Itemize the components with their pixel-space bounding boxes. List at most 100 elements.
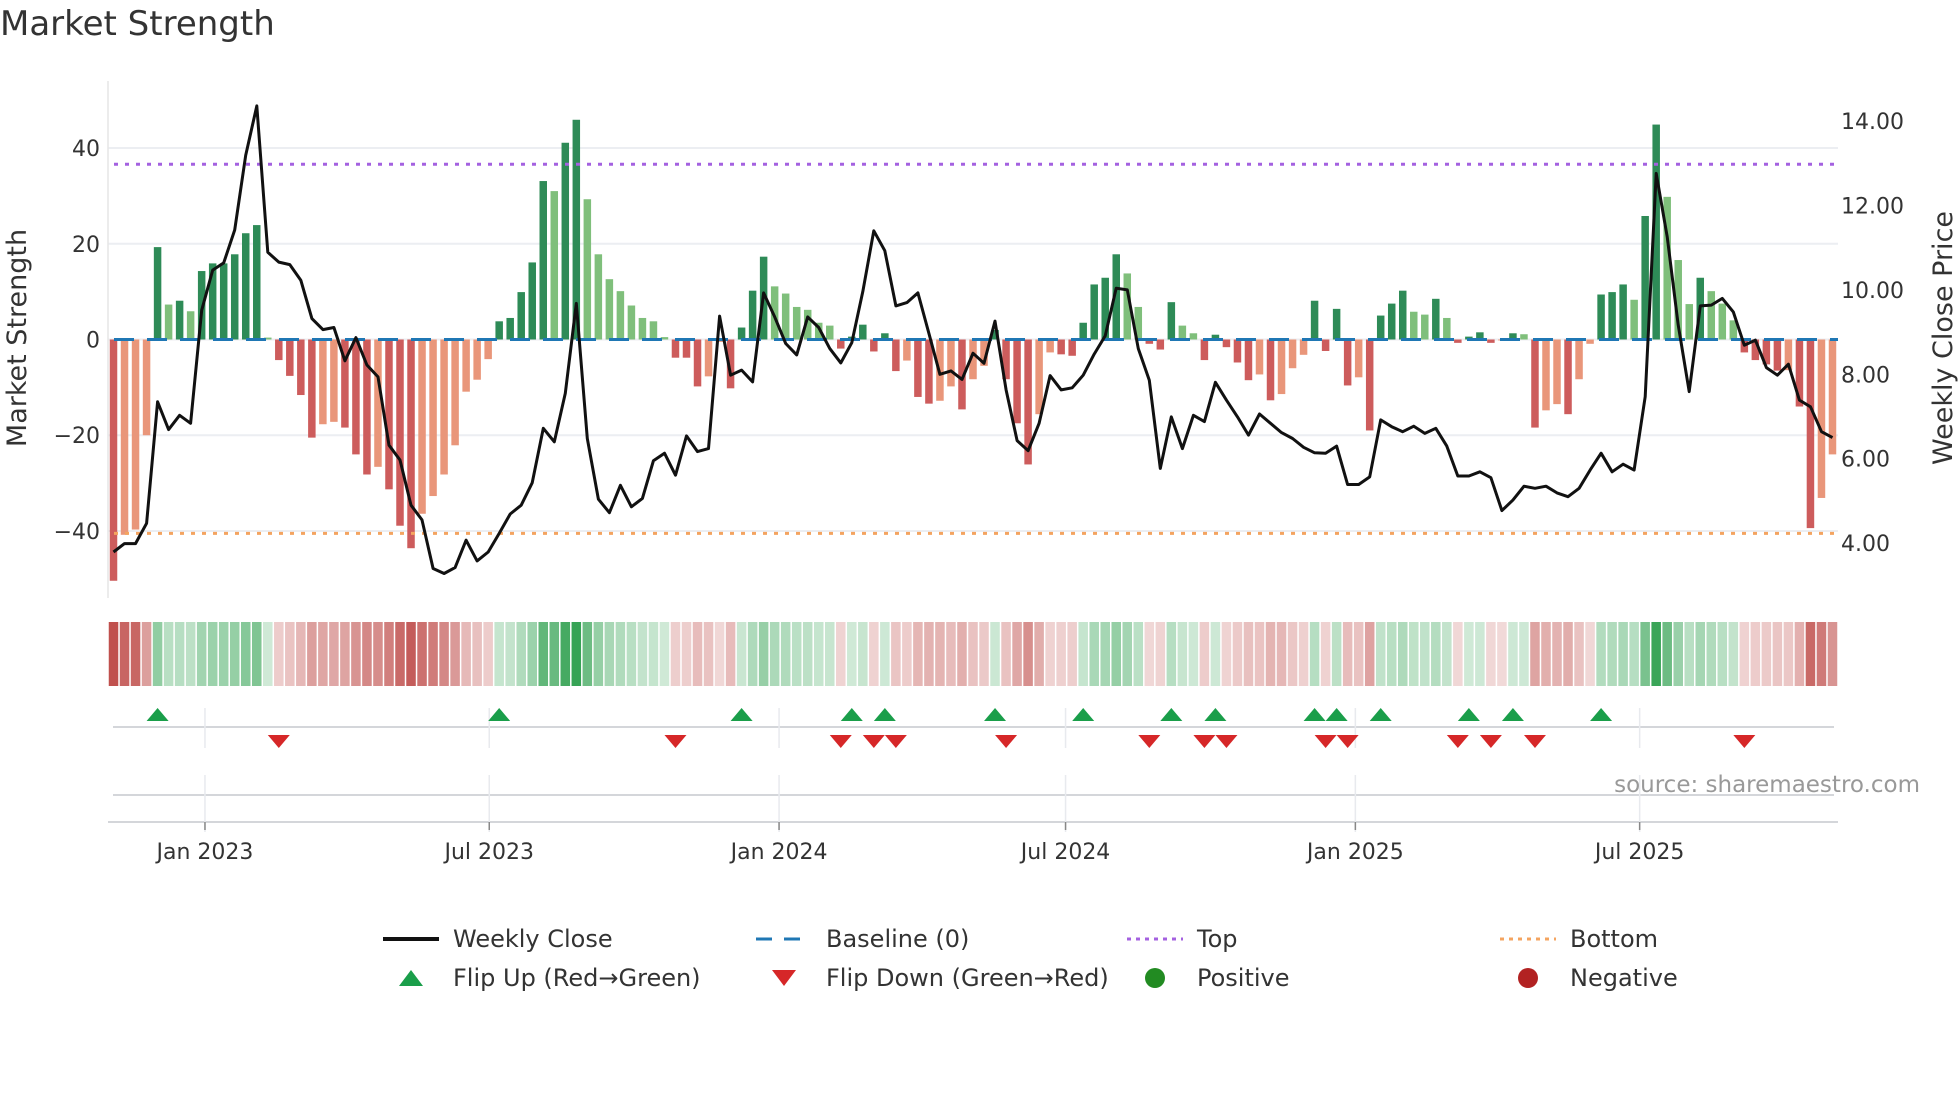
strength-bar [947,339,955,387]
strength-bar [429,339,437,497]
y-tick-label: 40 [72,137,100,162]
legend-label: Negative [1570,964,1678,992]
strength-strip-cell [891,622,901,686]
strength-bar [1365,339,1374,431]
strength-strip-cell [130,622,141,686]
strength-strip-cell [1100,622,1110,686]
strength-bar [1233,339,1242,363]
strength-bar [1685,304,1693,340]
legend-item: Baseline (0) [754,925,969,953]
strength-bar [1597,294,1605,340]
strength-strip-cell [758,622,769,686]
strength-bar [330,339,338,422]
strength-bar [627,305,636,340]
strength-bar [1806,339,1815,529]
strength-strip-cell [163,622,174,686]
strength-strip-cell [1530,622,1540,686]
strength-strip-cell [847,622,857,686]
strength-strip-cell [1265,622,1276,686]
strength-strip-cell [296,622,306,686]
strength-strip-cell [1166,622,1177,686]
strength-bar [1200,339,1209,361]
strength-bar [781,293,790,340]
strength-strip-cell [1045,622,1055,686]
y-tick-label: 0 [86,329,100,354]
strength-bar [297,339,305,396]
x-tick-label: Jul 2024 [1019,840,1111,865]
strength-strip-cell [461,622,471,686]
strength-strip-cell [1144,622,1155,686]
strength-bar [407,339,415,549]
strength-bar [517,292,525,340]
strength-strip-cell [229,622,240,686]
strength-bar [1454,339,1462,343]
strength-bar [737,327,746,340]
y2-tick-label: 4.00 [1841,532,1890,557]
strength-bar [704,339,713,377]
strength-strip-cell [1034,622,1044,686]
strength-strip-cell [659,622,670,686]
strength-strip-cell [1442,622,1452,686]
y2-axis-label: Weekly Close Price [1928,211,1959,465]
strength-bar [484,339,492,360]
strength-strip-cell [615,622,626,686]
strength-bar [1718,303,1727,340]
x-tick-label: Jan 2024 [729,840,828,865]
strength-bar [903,339,911,361]
strength-bar [253,225,261,340]
strength-bar [682,339,691,358]
strength-bar [616,291,625,340]
legend-item: Positive [1125,964,1290,992]
strength-strip-cell [1662,622,1672,686]
strength-strip-cell [527,622,537,686]
strength-bar [1432,298,1440,340]
strength-strip-cell [373,622,383,686]
strength-strip-cell [1629,622,1639,686]
strength-strip-cell [1364,622,1375,686]
strength-strip-cell [924,622,934,686]
strength-bar [892,339,900,372]
strength-bar [506,317,514,340]
strength-strip-cell [1816,622,1827,686]
strength-bar [319,339,327,425]
flip-up-marker [984,708,1007,721]
strength-bar [1255,339,1264,375]
strength-bar [539,181,548,340]
strength-strip-cell [1056,622,1066,686]
flip-down-marker [995,735,1018,748]
flip-down-marker [664,735,687,748]
strength-bar [385,339,393,490]
strength-strip-cell [681,622,692,686]
strength-bar [1266,339,1275,401]
strength-bar [1046,339,1054,353]
strength-strip-cell [1397,622,1408,686]
strength-strip-cell [1133,622,1144,686]
strength-strip-cell [1089,622,1099,686]
strength-strip-cell [505,622,515,686]
strength-bar [1068,339,1076,356]
strength-bar [418,339,426,514]
strength-bar [1817,339,1826,498]
strength-bar [286,339,294,376]
strength-strip-cell [1012,622,1022,686]
strength-strip-cell [1111,622,1122,686]
legend-item: Bottom [1498,925,1658,953]
x-tick-label: Jul 2025 [1593,840,1685,865]
strength-strip-cell [1717,622,1728,686]
strength-bar [1608,292,1616,340]
strength-strip-cell [1464,622,1474,686]
axes: −40 −20 0 20 40 4.00 6.00 8.00 10.00 12.00 14.00 Ja… [54,81,1904,865]
strength-strip-cell [1728,622,1739,686]
strength-strip-cell [858,622,868,686]
strength-bar [230,254,239,340]
flip-up-marker [1369,708,1392,721]
strength-strip-cell [1287,622,1298,686]
strength-bar [451,339,459,446]
strength-bar [1079,322,1087,340]
strength-bar [396,339,404,526]
strength-strip-cell [836,622,846,686]
strength-strip-cell [185,622,196,686]
strength-strip-cell [340,622,350,686]
flip-down-marker [1479,735,1502,748]
strength-strip-cell [450,622,460,686]
